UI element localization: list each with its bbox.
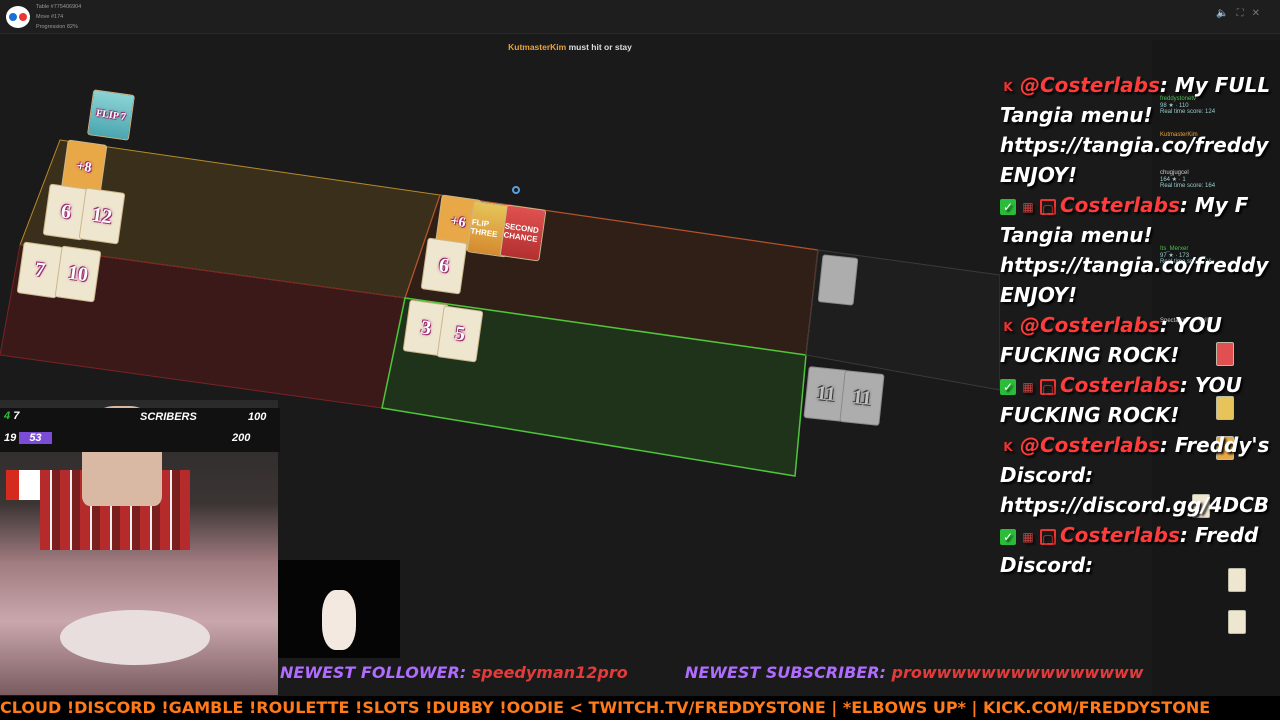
chat-line: https://discord.gg/4DCB: [1000, 493, 1270, 517]
close-icon[interactable]: ✕: [1252, 8, 1260, 19]
chat-line: Discord:: [1000, 553, 1094, 577]
number-card[interactable]: 11: [839, 370, 885, 426]
chat-message: K @Costerlabs: Freddy's: [1000, 430, 1280, 460]
mouse-cursor-icon: [512, 186, 520, 194]
kick-badge-icon: K: [1003, 439, 1013, 454]
deck-card[interactable]: FLIP 7: [87, 89, 135, 141]
chat-author: Costerlabs: [1060, 373, 1180, 397]
verified-badge-icon: ✓: [1000, 378, 1016, 395]
chat-author: Costerlabs: [1060, 193, 1180, 217]
chat-line: ENJOY!: [1000, 163, 1077, 187]
chat-author: @Costerlabs: [1020, 433, 1160, 457]
newest-follower-value: speedyman12pro: [471, 663, 628, 682]
chat-message: ✓ ▦ ▢ Costerlabs: YOU: [1000, 370, 1280, 400]
verified-badge-icon: ✓: [1000, 528, 1016, 545]
chat-line: Discord:: [1000, 463, 1094, 487]
hand-cam-feed: [278, 560, 400, 658]
chat-line: FUCKING ROCK!: [1000, 343, 1180, 367]
frozen-card[interactable]: [817, 254, 859, 306]
newest-subscriber-value: prowwwwwwwwwwwwwww: [891, 663, 1144, 682]
chat-text: : My F: [1179, 193, 1249, 217]
chat-text: : YOU: [1179, 373, 1242, 397]
hand-mouse: [322, 590, 356, 650]
number-card[interactable]: 12: [78, 187, 126, 245]
chat-message: K @Costerlabs: My FULL: [1000, 70, 1280, 100]
chat-line: https://tangia.co/freddy: [1000, 253, 1269, 277]
newest-follower-label: NEWEST FOLLOWER:: [280, 663, 467, 682]
twitch-badge-icon: ▢: [1040, 198, 1056, 216]
chat-overlay: K @Costerlabs: My FULL Tangia menu! https…: [1000, 70, 1280, 690]
command-ticker: CLOUD !DISCORD !GAMBLE !ROULETTE !SLOTS …: [0, 696, 1280, 720]
fullscreen-icon[interactable]: ⛶: [1237, 8, 1244, 19]
cart-badge-icon: ▦: [1022, 529, 1034, 544]
chat-author: @Costerlabs: [1020, 73, 1160, 97]
twitch-badge-icon: ▢: [1040, 528, 1056, 546]
chat-text: : My FULL: [1159, 73, 1271, 97]
sleeping-dog: [60, 610, 210, 665]
chat-message: ✓ ▦ ▢ Costerlabs: Fredd: [1000, 520, 1280, 550]
cart-badge-icon: ▦: [1022, 379, 1034, 394]
sound-icon[interactable]: 🔈: [1216, 8, 1228, 19]
chat-author: Costerlabs: [1060, 523, 1180, 547]
alerts-banner: NEWEST FOLLOWER: speedyman12pro NEWEST S…: [280, 663, 1144, 687]
number-card[interactable]: 10: [54, 245, 102, 303]
chat-line: https://tangia.co/freddy: [1000, 133, 1269, 157]
chat-text: : Freddy's: [1159, 433, 1270, 457]
second-chance-card[interactable]: SECOND CHANCE: [499, 204, 547, 262]
twitch-badge-icon: ▢: [1040, 378, 1056, 396]
chat-line: FUCKING ROCK!: [1000, 403, 1180, 427]
subscribers-label: SCRIBERS: [140, 411, 197, 423]
kick-badge-icon: K: [1003, 319, 1013, 334]
top-icons: 🔈 ⛶ ✕: [1216, 8, 1260, 19]
chat-text: : YOU: [1159, 313, 1222, 337]
chat-author: @Costerlabs: [1020, 313, 1160, 337]
newest-subscriber-label: NEWEST SUBSCRIBER:: [684, 663, 886, 682]
chat-message: K @Costerlabs: YOU: [1000, 310, 1280, 340]
chat-line: Tangia menu!: [1000, 103, 1153, 127]
verified-badge-icon: ✓: [1000, 198, 1016, 215]
sub-goal-widget: 4 7 19 53 SCRIBERS 100 200: [0, 408, 280, 452]
sub-goal-1: 100: [248, 411, 267, 423]
sub-count-twitch: 19 53: [4, 432, 52, 444]
number-card[interactable]: 5: [436, 305, 484, 363]
chat-text: : Fredd: [1179, 523, 1259, 547]
chat-message: ✓ ▦ ▢ Costerlabs: My F: [1000, 190, 1280, 220]
kick-badge-icon: K: [1003, 79, 1013, 94]
sub-count-kick: 4 7: [4, 410, 20, 422]
sub-goal-2: 200: [232, 432, 251, 444]
cart-badge-icon: ▦: [1022, 199, 1034, 214]
number-card[interactable]: 6: [420, 237, 468, 295]
chat-line: Tangia menu!: [1000, 223, 1153, 247]
chat-line: ENJOY!: [1000, 283, 1077, 307]
